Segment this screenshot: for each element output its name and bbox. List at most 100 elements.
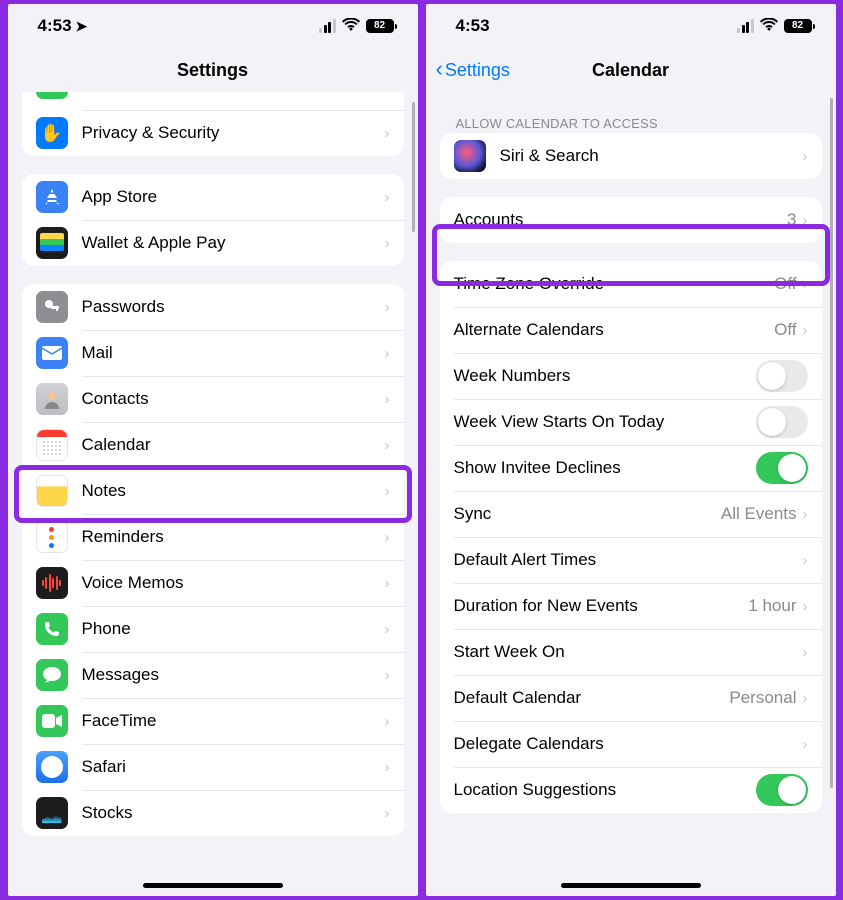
row-label: Reminders [82,527,385,547]
page-title: Settings [177,60,248,81]
chevron-right-icon: › [385,345,390,362]
row-alternate-calendars[interactable]: Alternate Calendars Off › [440,307,822,353]
stocks-icon [36,797,68,829]
row-label: Sync [454,504,721,524]
row-delegate-calendars[interactable]: Delegate Calendars › [440,721,822,767]
row-wallet[interactable]: Wallet & Apple Pay › [22,220,404,266]
phone-icon [36,613,68,645]
row-label: Siri & Search [500,146,803,166]
facetime-icon [36,705,68,737]
row-label: Delegate Calendars [454,734,803,754]
calendar-scroll[interactable]: ALLOW CALENDAR TO ACCESS Siri & Search ›… [426,92,836,896]
toggle-location-suggestions[interactable] [756,774,808,806]
row-label: Privacy & Security [82,123,385,143]
safari-icon [36,751,68,783]
status-time: 4:53 [38,16,72,36]
chevron-right-icon: › [385,529,390,546]
row-location-suggestions[interactable]: Location Suggestions [440,767,822,813]
row-safari[interactable]: Safari › [22,744,404,790]
row-duration-new-events[interactable]: Duration for New Events 1 hour › [440,583,822,629]
row-label: Contacts [82,389,385,409]
row-value: 1 hour [748,596,796,616]
chevron-right-icon: › [385,235,390,252]
row-privacy-security[interactable]: ✋ Privacy & Security › [22,110,404,156]
row-accounts[interactable]: Accounts 3 › [440,197,822,243]
row-partial[interactable] [22,92,404,110]
row-value: All Events [721,504,797,524]
contacts-icon [36,383,68,415]
row-label: Mail [82,343,385,363]
status-time: 4:53 [456,16,490,36]
chevron-left-icon: ‹ [436,56,443,82]
chevron-right-icon: › [385,759,390,776]
chevron-right-icon: › [385,189,390,206]
row-label: Calendar [82,435,385,455]
chevron-right-icon: › [803,690,808,707]
battery-icon: 82 [366,19,394,33]
settings-scroll[interactable]: ✋ Privacy & Security › App Store › Walle… [8,92,418,896]
row-siri-search[interactable]: Siri & Search › [440,133,822,179]
row-messages[interactable]: Messages › [22,652,404,698]
row-week-view-today[interactable]: Week View Starts On Today [440,399,822,445]
row-start-week-on[interactable]: Start Week On › [440,629,822,675]
row-week-numbers[interactable]: Week Numbers [440,353,822,399]
row-sync[interactable]: Sync All Events › [440,491,822,537]
row-label: Phone [82,619,385,639]
scrollbar[interactable] [830,98,833,788]
row-phone[interactable]: Phone › [22,606,404,652]
row-default-calendar[interactable]: Default Calendar Personal › [440,675,822,721]
row-mail[interactable]: Mail › [22,330,404,376]
calendar-icon [36,429,68,461]
row-passwords[interactable]: Passwords › [22,284,404,330]
row-label: Passwords [82,297,385,317]
row-label: Start Week On [454,642,803,662]
chevron-right-icon: › [385,125,390,142]
cellular-signal-icon [737,19,754,33]
toggle-week-view[interactable] [756,406,808,438]
row-label: Safari [82,757,385,777]
scrollbar[interactable] [412,102,415,232]
row-label: FaceTime [82,711,385,731]
messages-icon [36,659,68,691]
group-store: App Store › Wallet & Apple Pay › [22,174,404,266]
row-reminders[interactable]: Reminders › [22,514,404,560]
row-label: Time Zone Override [454,274,775,294]
wallet-icon [36,227,68,259]
row-time-zone-override[interactable]: Time Zone Override Off › [440,261,822,307]
row-label: Stocks [82,803,385,823]
row-app-store[interactable]: App Store › [22,174,404,220]
chevron-right-icon: › [385,575,390,592]
row-facetime[interactable]: FaceTime › [22,698,404,744]
wifi-icon [342,18,360,35]
chevron-right-icon: › [385,713,390,730]
row-default-alert-times[interactable]: Default Alert Times › [440,537,822,583]
row-label: Voice Memos [82,573,385,593]
row-label: Default Alert Times [454,550,803,570]
notes-icon [36,475,68,507]
reminders-icon [36,521,68,553]
row-label: App Store [82,187,385,207]
home-indicator[interactable] [561,883,701,888]
chevron-right-icon: › [385,483,390,500]
row-stocks[interactable]: Stocks › [22,790,404,836]
battery-icon: 82 [784,19,812,33]
chevron-right-icon: › [803,212,808,229]
home-indicator[interactable] [143,883,283,888]
row-voice-memos[interactable]: Voice Memos › [22,560,404,606]
navbar: ‹ Settings Calendar [426,48,836,92]
row-label: Week View Starts On Today [454,412,756,432]
group-accounts: Accounts 3 › [440,197,822,243]
chevron-right-icon: › [385,391,390,408]
toggle-week-numbers[interactable] [756,360,808,392]
row-notes[interactable]: Notes › [22,468,404,514]
row-contacts[interactable]: Contacts › [22,376,404,422]
row-label: Alternate Calendars [454,320,775,340]
chevron-right-icon: › [385,299,390,316]
back-button[interactable]: ‹ Settings [436,58,510,82]
toggle-invitee-declines[interactable] [756,452,808,484]
chevron-right-icon: › [803,148,808,165]
status-bar: 4:53 82 [426,4,836,48]
row-calendar[interactable]: Calendar › [22,422,404,468]
row-show-invitee-declines[interactable]: Show Invitee Declines [440,445,822,491]
row-value: Off [774,320,796,340]
